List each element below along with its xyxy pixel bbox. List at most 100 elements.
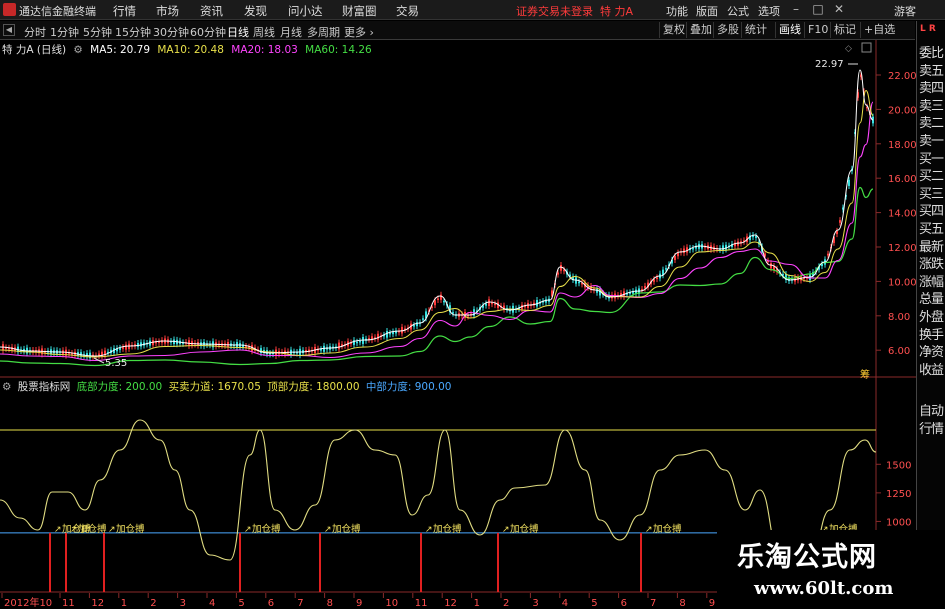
settings-gear-icon[interactable]: ⚙ xyxy=(73,44,82,56)
period-5min[interactable]: 5分钟 xyxy=(83,24,112,40)
menu-trade[interactable]: 交易 xyxy=(396,3,419,19)
time-tick-label: 8 xyxy=(327,598,333,609)
candle-body xyxy=(443,300,445,303)
minimize-icon[interactable]: – xyxy=(788,1,804,18)
sidebar-tab[interactable]: 外盘 xyxy=(919,310,944,326)
period-intraday[interactable]: 分时 xyxy=(24,24,46,40)
signal-label: 加仓搏 xyxy=(116,523,145,535)
tool-multi-stock[interactable]: 多股 xyxy=(713,22,742,38)
tool-f10[interactable]: F10 xyxy=(804,22,831,38)
guest-user[interactable]: 游客 xyxy=(894,3,916,19)
indicator-gear-icon[interactable]: ⚙ xyxy=(2,381,11,393)
sidebar-tab[interactable]: 最新 xyxy=(919,240,944,256)
menu-options[interactable]: 选项 xyxy=(758,3,780,19)
sidebar-tab[interactable]: 卖一 xyxy=(919,134,944,150)
chip-marker[interactable]: 筹 xyxy=(860,368,870,381)
sidebar-tab[interactable]: 卖四 xyxy=(919,81,944,97)
candle-body xyxy=(827,253,829,256)
watermark: 乐淘公式网 www.60lt.com xyxy=(717,530,945,609)
tool-statistics[interactable]: 统计 xyxy=(741,22,770,38)
indicator-name[interactable]: 股票指标网 xyxy=(18,381,71,393)
panel-corner-icons: ◇ xyxy=(845,42,872,54)
sidebar-tab[interactable]: 行情 xyxy=(919,422,944,438)
mid-strength-label: 中部力度: 900.00 xyxy=(365,381,452,393)
menu-layout[interactable]: 版面 xyxy=(696,3,718,19)
sidebar-tab[interactable]: 换手 xyxy=(919,328,944,344)
menu-market-quotes[interactable]: 行情 xyxy=(113,3,136,19)
tool-adjust[interactable]: 复权 xyxy=(659,22,688,38)
tool-overlay[interactable]: 叠加 xyxy=(686,22,715,38)
chart-canvas[interactable]: 22.0020.0018.0016.0014.0012.0010.008.006… xyxy=(0,40,916,609)
price-tick-label: 18.00 xyxy=(888,140,916,151)
sidebar-tab[interactable]: 委比 xyxy=(919,46,944,62)
time-tick-label: 2012年10 xyxy=(4,596,52,609)
sidebar-tab[interactable]: 买一 xyxy=(919,152,944,168)
candle-body xyxy=(644,285,646,289)
signal-arrow-icon: ↗ xyxy=(70,525,78,535)
tool-mark[interactable]: 标记 xyxy=(830,22,859,38)
panel-maximize-icon[interactable] xyxy=(861,42,872,53)
period-monthly[interactable]: 月线 xyxy=(280,24,302,40)
period-daily[interactable]: 日线 xyxy=(227,24,249,40)
candle-body xyxy=(353,340,355,345)
app-logo-icon xyxy=(3,3,16,16)
sidebar-tab[interactable]: 收益 xyxy=(919,363,944,379)
signal-arrow-icon: ↗ xyxy=(502,525,510,535)
period-more[interactable]: 更多 › xyxy=(344,24,374,40)
sidebar-tab[interactable]: 卖二 xyxy=(919,116,944,132)
price-tick-label: 12.00 xyxy=(888,243,916,254)
sidebar-tab[interactable]: 买二 xyxy=(919,169,944,185)
sidebar-tab[interactable]: 卖三 xyxy=(919,99,944,115)
sidebar-tab[interactable]: 总量 xyxy=(919,292,944,308)
sidebar-tab[interactable]: 买四 xyxy=(919,204,944,220)
sidebar-tab[interactable]: 买五 xyxy=(919,222,944,238)
price-tick-label: 16.00 xyxy=(888,174,916,185)
time-tick-label: 2 xyxy=(503,598,509,609)
sidebar-toggle-label[interactable]: L R xyxy=(920,24,936,34)
menu-wealth-circle[interactable]: 财富圈 xyxy=(342,3,377,19)
diamond-icon[interactable]: ◇ xyxy=(845,44,852,54)
menu-market[interactable]: 市场 xyxy=(156,3,179,19)
signal-arrow-icon: ↗ xyxy=(645,525,653,535)
menu-functions[interactable]: 功能 xyxy=(666,3,688,19)
sidebar-tab[interactable]: 自动 xyxy=(919,404,944,420)
price-axis: 22.00 20.00 18.00 16.00 14.00 12.00 10.00 8.00 6… xyxy=(876,71,916,357)
signal-label: 加仓搏 xyxy=(332,523,361,535)
sidebar-tab[interactable]: 买三 xyxy=(919,187,944,203)
period-more-label: 更多 xyxy=(344,26,366,39)
period-weekly[interactable]: 周线 xyxy=(253,24,275,40)
trade-login-status: 证券交易未登录 特 力A xyxy=(516,3,633,19)
maximize-icon[interactable]: □ xyxy=(810,1,826,18)
close-icon[interactable]: ✕ xyxy=(831,1,847,18)
time-tick-label: 12 xyxy=(91,598,104,609)
indicator-legend: ⚙ 股票指标网 底部力度: 200.00 买卖力道: 1670.05 顶部力度:… xyxy=(2,379,454,393)
candle-body xyxy=(359,340,361,343)
ma20-label: MA20: 18.03 xyxy=(231,44,298,56)
time-axis: 2012年10111212345678910111212345678910 xyxy=(1,593,751,609)
period-15min[interactable]: 15分钟 xyxy=(115,24,151,40)
candle-body xyxy=(665,268,667,270)
sidebar-tab[interactable]: 涨幅 xyxy=(919,275,944,291)
chevron-left-icon[interactable]: ◀ xyxy=(3,24,15,36)
tool-draw-line[interactable]: 画线 xyxy=(775,22,804,38)
period-60min[interactable]: 60分钟 xyxy=(190,24,226,40)
tool-add-watchlist[interactable]: +自选 xyxy=(860,22,898,38)
time-tick-label: 12 xyxy=(444,598,457,609)
sidebar-tab[interactable]: 净资 xyxy=(919,345,944,361)
chevron-right-icon: › xyxy=(369,26,374,39)
period-multi[interactable]: 多周期 xyxy=(307,24,340,40)
watermark-site-name: 乐淘公式网 xyxy=(737,542,877,573)
price-plot xyxy=(0,63,874,367)
menu-news[interactable]: 资讯 xyxy=(200,3,223,19)
sidebar-tab[interactable]: 涨跌 xyxy=(919,257,944,273)
sidebar-tab[interactable]: 卖五 xyxy=(919,64,944,80)
period-30min[interactable]: 30分钟 xyxy=(153,24,189,40)
period-1min[interactable]: 1分钟 xyxy=(50,24,79,40)
candle-body xyxy=(386,331,388,338)
menu-formula[interactable]: 公式 xyxy=(727,3,749,19)
candle-body xyxy=(137,342,139,347)
price-tick-label: 8.00 xyxy=(888,312,910,323)
menu-ask-xiaoda[interactable]: 问小达 xyxy=(288,3,323,19)
price-tick-label: 6.00 xyxy=(888,346,910,357)
menu-discover[interactable]: 发现 xyxy=(244,3,267,19)
